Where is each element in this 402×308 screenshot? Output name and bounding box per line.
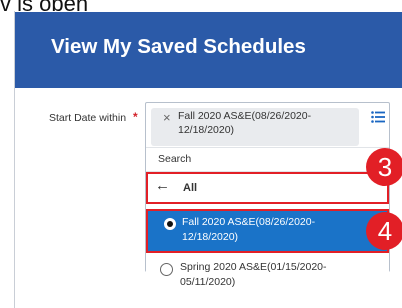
option-label: Fall 2020 AS&E(08/26/2020-12/18/2020) — [182, 216, 316, 243]
arrow-left-icon[interactable]: ← — [155, 178, 170, 193]
radio-checked-icon[interactable] — [164, 218, 176, 230]
back-to-all-label: All — [183, 182, 198, 194]
list-icon[interactable] — [371, 110, 385, 124]
step-3-badge: 3 — [366, 148, 402, 186]
option-label: Spring 2020 AS&E(01/15/2020-05/11/2020) — [180, 261, 327, 288]
step-4-badge: 4 — [366, 212, 402, 250]
search-label: Search — [158, 153, 192, 165]
selected-value-text: Fall 2020 AS&E(08/26/2020-12/18/2020) — [178, 110, 312, 136]
start-date-label: Start Date within — [49, 112, 127, 124]
page-title: View My Saved Schedules — [51, 35, 306, 58]
required-indicator: * — [133, 110, 138, 124]
radio-unchecked-icon[interactable] — [160, 263, 173, 276]
close-icon[interactable]: × — [163, 111, 171, 124]
